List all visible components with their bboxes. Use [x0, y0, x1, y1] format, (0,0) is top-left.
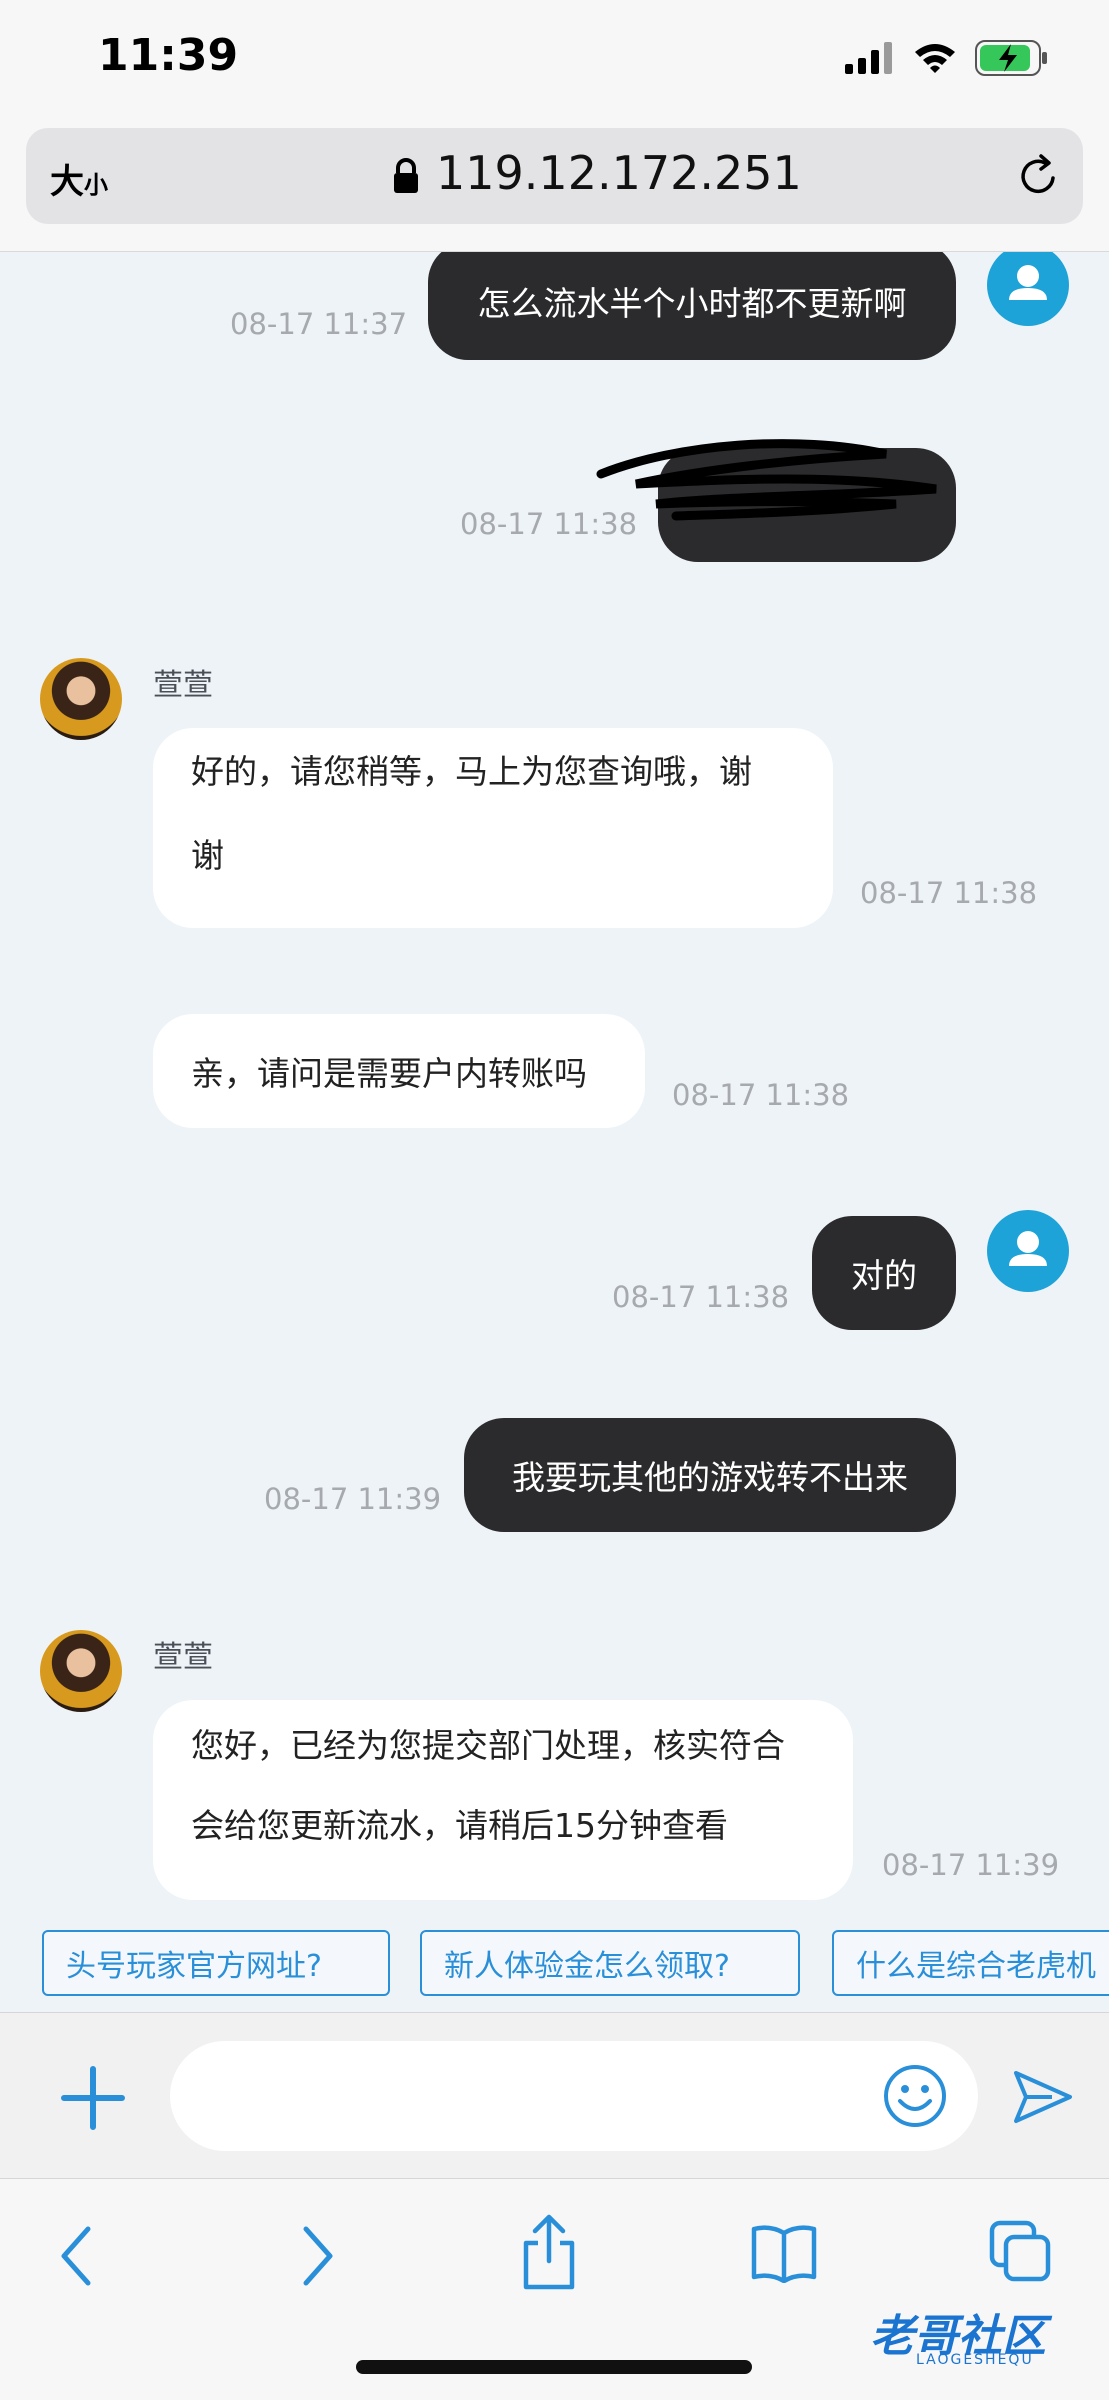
- redaction-scribble: [596, 439, 937, 521]
- send-icon[interactable]: [1012, 2069, 1074, 2125]
- address-bar[interactable]: 大小 119.12.172.251: [26, 128, 1083, 224]
- quick-reply-button[interactable]: 头号玩家官方网址?: [42, 1930, 390, 1996]
- lock-icon: [394, 158, 418, 193]
- status-bar: 11:39: [0, 0, 1109, 120]
- message-text: 对的: [851, 1256, 917, 1295]
- agent-avatar: [40, 1630, 122, 1712]
- user-silhouette-icon: [1009, 265, 1047, 300]
- message-timestamp: 08-17 11:37: [230, 307, 408, 341]
- text-size-button[interactable]: 大小: [50, 154, 108, 203]
- message-text-line2: 谢: [191, 836, 224, 875]
- wifi-icon: [915, 44, 955, 73]
- quick-reply-button[interactable]: 新人体验金怎么领取?: [420, 1930, 800, 1996]
- tabs-icon[interactable]: [988, 2219, 1054, 2285]
- quick-reply-button[interactable]: 什么是综合老虎机: [832, 1930, 1109, 1996]
- user-avatar: [987, 252, 1069, 326]
- outgoing-message-bubble[interactable]: 对的: [812, 1216, 956, 1330]
- text-size-large-label: 大: [50, 162, 84, 202]
- incoming-message-bubble[interactable]: 您好，已经为您提交部门处理，核实符合 会给您更新流水，请稍后15分钟查看: [153, 1700, 853, 1900]
- message-timestamp: 08-17 11:38: [860, 876, 1038, 910]
- message-text: 怎么流水半个小时都不更新啊: [477, 284, 907, 323]
- message-text: 您好，已经为您提交部门处理，核实符合: [191, 1726, 785, 1765]
- incoming-message-bubble[interactable]: 亲，请问是需要户内转账吗: [153, 1014, 645, 1128]
- chat-message-list[interactable]: 08-17 11:37 怎么流水半个小时都不更新啊 08-17 11:38 萱萱…: [0, 252, 1109, 1912]
- message-timestamp: 08-17 11:39: [882, 1848, 1060, 1882]
- back-arrow-icon[interactable]: [56, 2221, 96, 2291]
- url-text[interactable]: 119.12.172.251: [436, 146, 802, 200]
- message-input[interactable]: [170, 2041, 978, 2151]
- outgoing-message-bubble-redacted[interactable]: [596, 439, 956, 562]
- status-icons: [845, 40, 1049, 76]
- message-timestamp: 08-17 11:38: [612, 1280, 790, 1314]
- emoji-icon[interactable]: [882, 2063, 948, 2129]
- user-silhouette-icon: [1009, 1231, 1047, 1266]
- message-timestamp: 08-17 11:39: [264, 1482, 442, 1516]
- signal-icon: [845, 42, 892, 74]
- reload-icon[interactable]: [1015, 152, 1063, 200]
- message-text-line2: 会给您更新流水，请稍后15分钟查看: [191, 1806, 728, 1845]
- message-text: 亲，请问是需要户内转账吗: [191, 1054, 587, 1093]
- outgoing-message-bubble[interactable]: 怎么流水半个小时都不更新啊: [428, 252, 956, 360]
- message-input-bar: [0, 2012, 1109, 2178]
- share-icon[interactable]: [520, 2213, 578, 2291]
- status-time: 11:39: [98, 30, 239, 81]
- plus-icon[interactable]: [58, 2063, 128, 2133]
- agent-name: 萱萱: [153, 1640, 213, 1675]
- home-indicator[interactable]: [356, 2360, 752, 2374]
- incoming-message-bubble[interactable]: 好的，请您稍等，马上为您查询哦，谢 谢: [153, 728, 833, 928]
- outgoing-message-bubble[interactable]: 我要玩其他的游戏转不出来: [464, 1418, 956, 1532]
- forward-arrow-icon[interactable]: [298, 2221, 338, 2291]
- message-text: 好的，请您稍等，马上为您查询哦，谢: [191, 752, 752, 791]
- browser-address-area: 大小 119.12.172.251: [0, 120, 1109, 252]
- bookmarks-icon[interactable]: [750, 2223, 818, 2283]
- agent-avatar: [40, 658, 122, 740]
- user-avatar: [987, 1210, 1069, 1292]
- quick-reply-bar: 头号玩家官方网址? 新人体验金怎么领取? 什么是综合老虎机: [0, 1912, 1109, 2012]
- message-timestamp: 08-17 11:38: [672, 1078, 850, 1112]
- watermark-subtext: LAOGESHEQU: [916, 2352, 1034, 2368]
- text-size-small-label: 小: [84, 171, 108, 199]
- agent-name: 萱萱: [153, 668, 213, 703]
- battery-charging-icon: [975, 40, 1047, 76]
- message-text: 我要玩其他的游戏转不出来: [512, 1458, 908, 1497]
